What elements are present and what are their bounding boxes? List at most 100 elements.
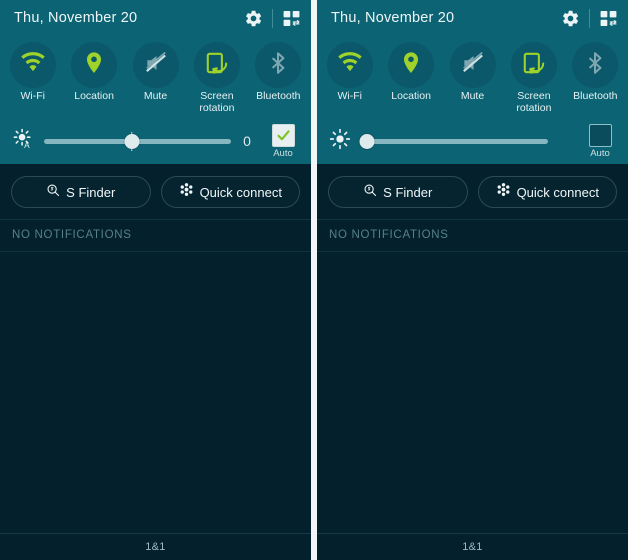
status-bar: Thu, November 20 [317, 0, 628, 36]
gear-icon[interactable] [244, 9, 263, 28]
no-notifications-label: NO NOTIFICATIONS [12, 229, 132, 241]
toggle-label: Wi-Fi [337, 90, 362, 102]
quick-connect-label: Quick connect [199, 184, 282, 200]
toggle-mute[interactable]: Mute [442, 42, 503, 114]
toggle-wifi[interactable]: Wi-Fi [319, 42, 380, 114]
toggle-label: Location [74, 90, 114, 102]
gear-icon[interactable] [561, 9, 580, 28]
toggle-label: Screen rotation [199, 90, 235, 114]
mute-icon [460, 50, 486, 81]
bluetooth-icon [265, 50, 291, 81]
quick-settings-area: Thu, November 20 Wi-Fi Location Mute Scr… [317, 0, 628, 164]
wifi-icon [337, 50, 363, 81]
wifi-icon [20, 50, 46, 81]
quick-connect-button[interactable]: Quick connect [160, 176, 300, 208]
auto-brightness-checkbox[interactable] [271, 123, 295, 147]
carrier-bar: 1&1 [0, 533, 311, 560]
toggle-bluetooth[interactable]: Bluetooth [565, 42, 626, 114]
status-bar-icons [244, 8, 301, 28]
toggle-label: Screen rotation [516, 90, 552, 114]
svg-text:A: A [24, 141, 30, 150]
toggle-label: Location [391, 90, 431, 102]
toggle-circle [326, 42, 373, 88]
carrier-label: 1&1 [462, 541, 483, 553]
toggle-circle [132, 42, 179, 88]
shortcut-buttons: S Finder Quick connect [0, 164, 311, 219]
status-bar-icons [561, 8, 618, 28]
toggle-wifi[interactable]: Wi-Fi [2, 42, 63, 114]
quick-connect-button[interactable]: Quick connect [477, 176, 617, 208]
auto-brightness-control[interactable]: Auto [580, 123, 620, 159]
bluetooth-icon [582, 50, 608, 81]
slider-knob[interactable] [359, 133, 375, 149]
notification-shade: S Finder Quick connect NO NOTIFICATIONS … [0, 164, 311, 560]
brightness-row: Auto [317, 118, 628, 164]
status-bar: Thu, November 20 [0, 0, 311, 36]
brightness-row: A 0 Auto [0, 118, 311, 164]
slider-track [361, 138, 548, 144]
quick-settings-area: Thu, November 20 Wi-Fi Location Mute Scr… [0, 0, 311, 164]
toggle-bluetooth[interactable]: Bluetooth [248, 42, 309, 114]
notification-panel-right: Thu, November 20 Wi-Fi Location Mute Scr… [317, 0, 628, 560]
toggle-screen-rotation[interactable]: Screen rotation [503, 42, 564, 114]
s-finder-button[interactable]: S Finder [328, 176, 468, 208]
quick-connect-label: Quick connect [516, 184, 599, 200]
toggle-circle [510, 42, 557, 88]
carrier-bar: 1&1 [317, 533, 628, 560]
status-bar-divider [589, 8, 590, 28]
screen-rotation-icon [204, 50, 230, 81]
toggle-label: Mute [143, 90, 168, 102]
s-finder-icon [46, 183, 60, 202]
quick-toggles-row: Wi-Fi Location Mute Screen rotation Blue… [0, 36, 311, 118]
screen-rotation-icon [521, 50, 547, 81]
location-pin-icon [398, 50, 424, 81]
s-finder-label: S Finder [383, 184, 433, 200]
notification-list-empty [317, 252, 628, 533]
toggle-circle [572, 42, 619, 88]
brightness-slider[interactable] [44, 131, 231, 151]
toggle-label: Mute [460, 90, 485, 102]
toggle-circle [193, 42, 240, 88]
notification-shade: S Finder Quick connect NO NOTIFICATIONS … [317, 164, 628, 560]
location-pin-icon [81, 50, 107, 81]
slider-knob[interactable] [124, 133, 140, 149]
auto-brightness-label: Auto [273, 147, 293, 159]
toggle-circle [388, 42, 435, 88]
notification-list-empty [0, 252, 311, 533]
carrier-label: 1&1 [145, 541, 166, 553]
toggle-location[interactable]: Location [63, 42, 124, 114]
auto-brightness-checkbox[interactable] [588, 123, 612, 147]
status-date: Thu, November 20 [331, 10, 455, 26]
toggle-label: Wi-Fi [20, 90, 45, 102]
no-notifications-label: NO NOTIFICATIONS [329, 229, 449, 241]
toggle-circle [449, 42, 496, 88]
quick-toggles-row: Wi-Fi Location Mute Screen rotation Blue… [317, 36, 628, 118]
quick-settings-grid-icon[interactable] [282, 9, 301, 28]
toggle-screen-rotation[interactable]: Screen rotation [186, 42, 247, 114]
quick-settings-grid-icon[interactable] [599, 9, 618, 28]
brightness-value: 0 [243, 133, 251, 149]
notification-panel-left: Thu, November 20 Wi-Fi Location Mute Scr… [0, 0, 311, 560]
toggle-location[interactable]: Location [380, 42, 441, 114]
mute-icon [143, 50, 169, 81]
quick-connect-icon [496, 182, 511, 202]
toggle-mute[interactable]: Mute [125, 42, 186, 114]
toggle-circle [71, 42, 118, 88]
auto-brightness-label: Auto [590, 147, 610, 159]
s-finder-label: S Finder [66, 184, 116, 200]
toggle-label: Bluetooth [573, 90, 618, 102]
quick-connect-icon [179, 182, 194, 202]
auto-brightness-control[interactable]: Auto [263, 123, 303, 159]
brightness-icon [329, 128, 351, 155]
s-finder-button[interactable]: S Finder [11, 176, 151, 208]
shortcut-buttons: S Finder Quick connect [317, 164, 628, 219]
toggle-circle [255, 42, 302, 88]
toggle-circle [9, 42, 56, 88]
toggle-label: Bluetooth [256, 90, 301, 102]
brightness-auto-icon: A [12, 128, 34, 155]
s-finder-icon [363, 183, 377, 202]
status-bar-divider [272, 8, 273, 28]
status-date: Thu, November 20 [14, 10, 138, 26]
brightness-slider[interactable] [359, 131, 548, 151]
screenshot-comparison: Thu, November 20 Wi-Fi Location Mute Scr… [0, 0, 628, 560]
